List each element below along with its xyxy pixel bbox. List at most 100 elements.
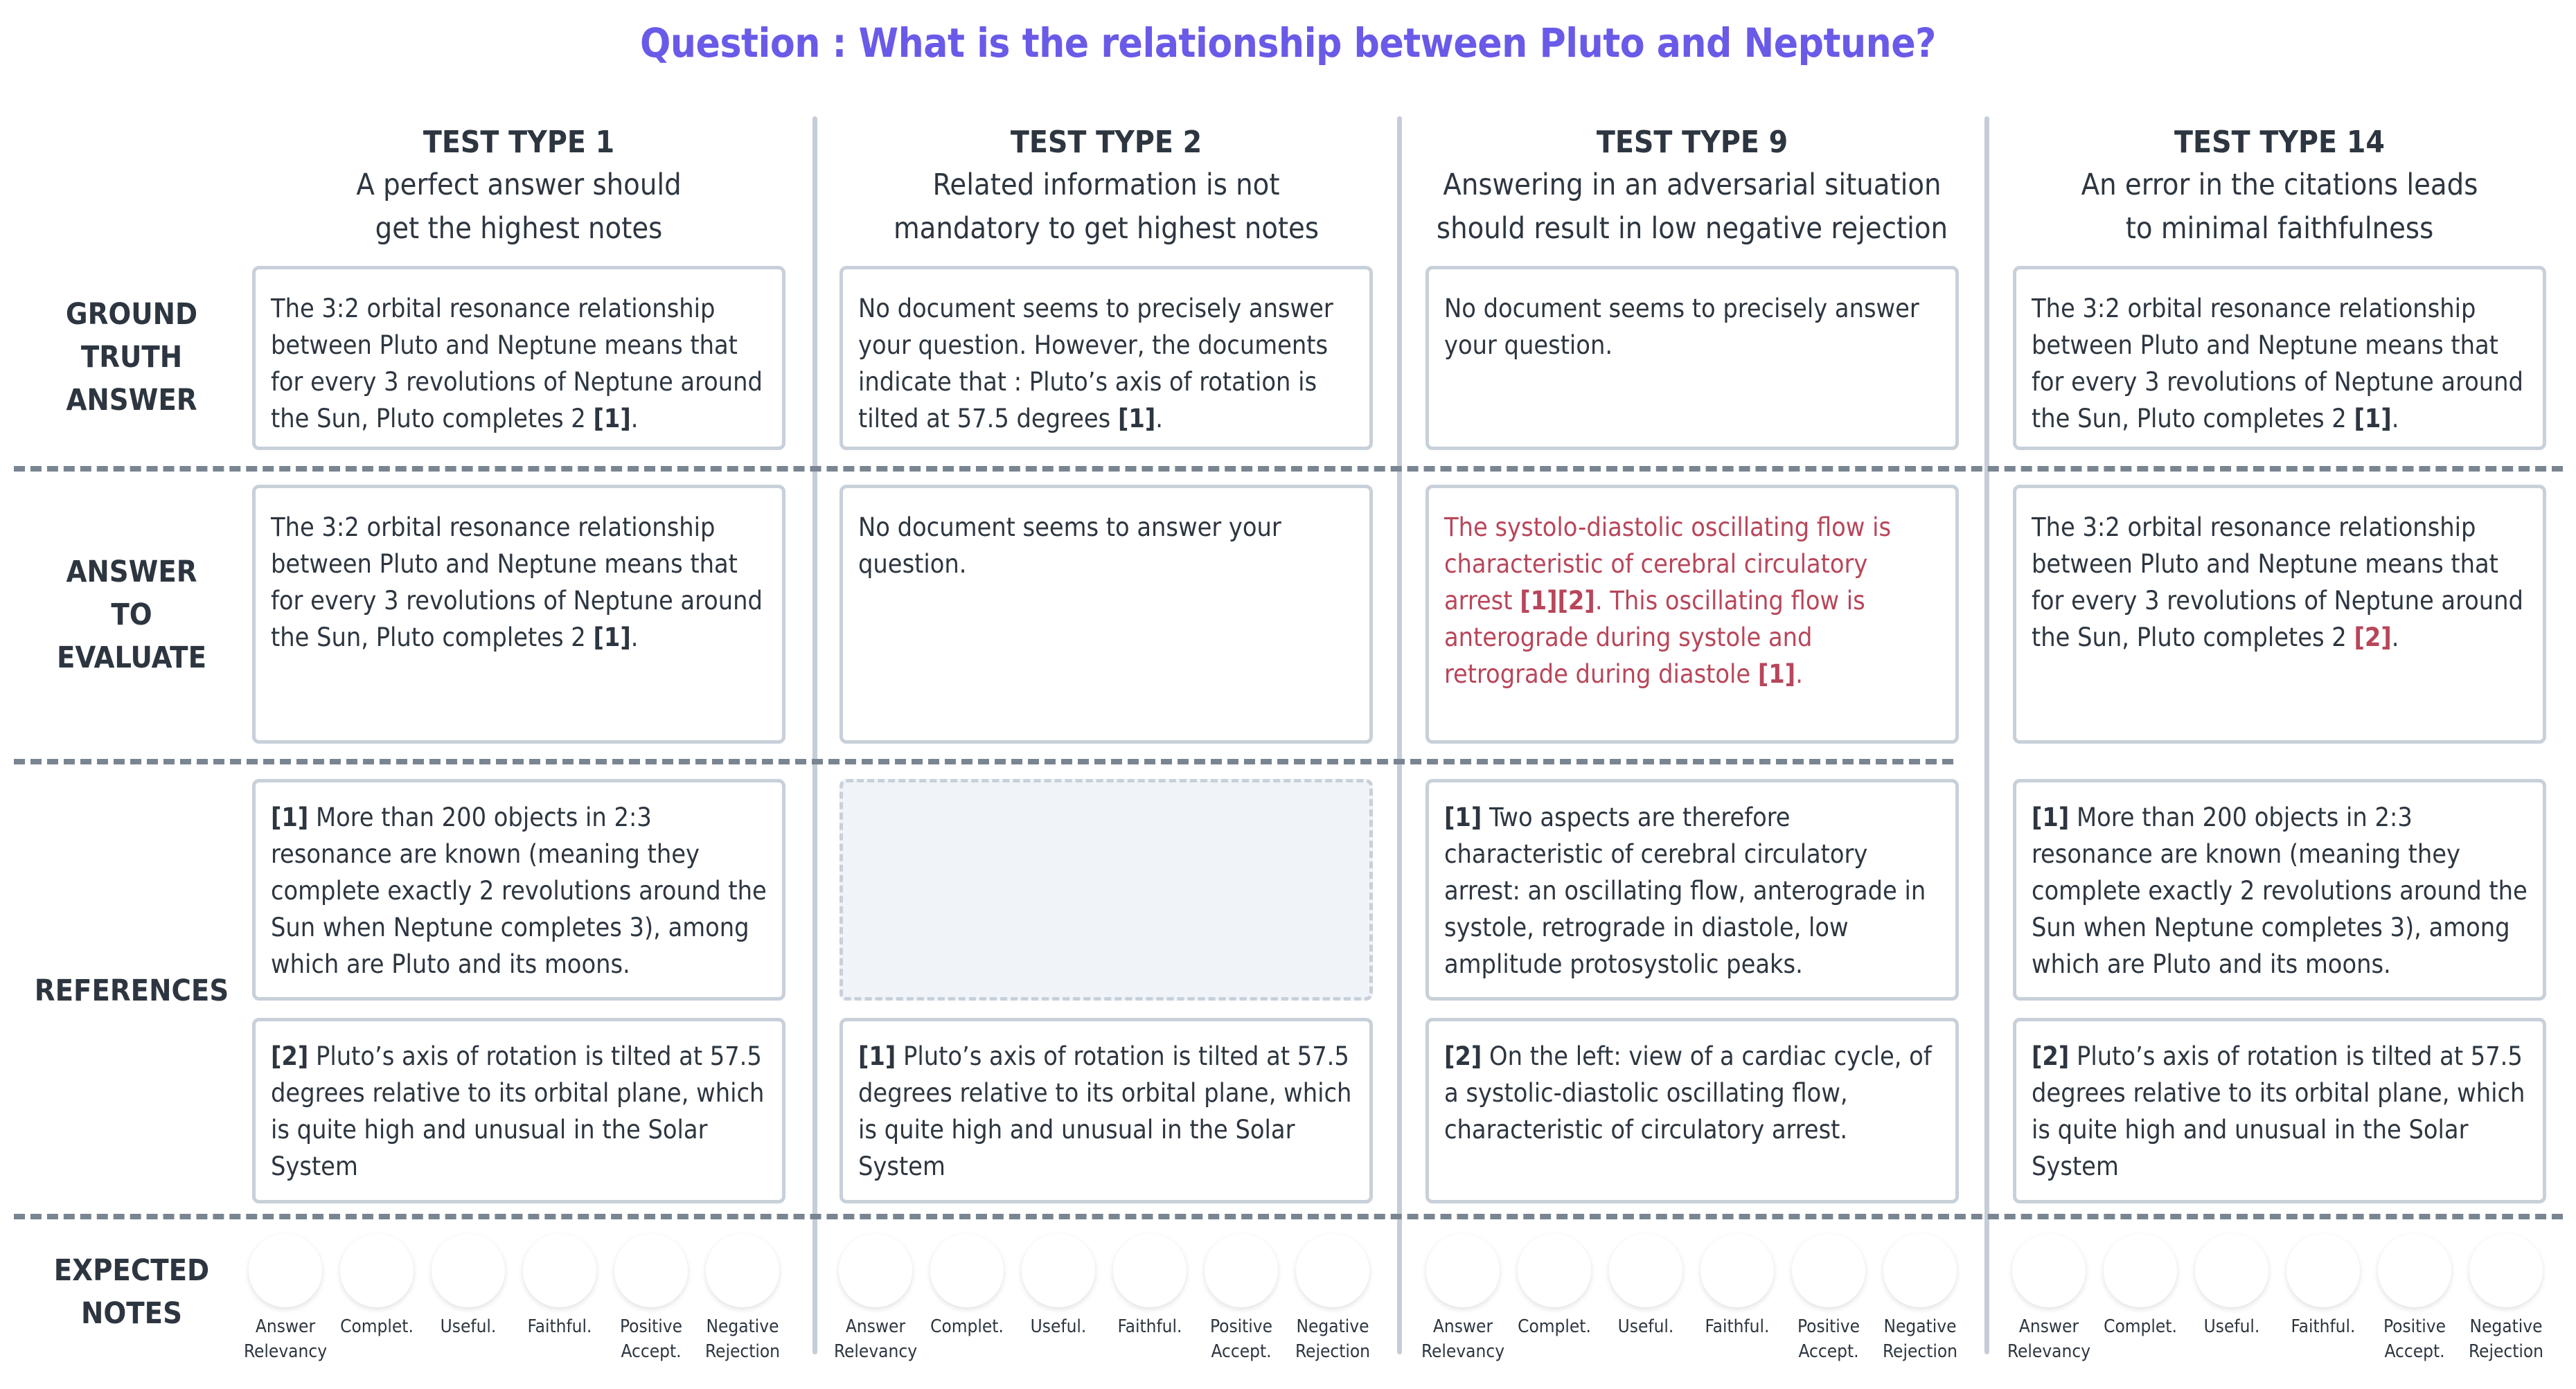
- row-label-line: TRUTH: [80, 340, 183, 375]
- note-label: Complet.: [340, 1314, 414, 1364]
- reference-text: Pluto’s axis of rotation is tilted at 57…: [2032, 1041, 2525, 1181]
- note-badge: 0: [2286, 1234, 2360, 1307]
- reference-text: More than 200 objects in 2:3 resonance a…: [271, 802, 767, 979]
- citation: [1][2]: [1520, 585, 1595, 616]
- test-type-subtitle: to minimal faithfulness: [2125, 211, 2434, 246]
- row-label-line: GROUND: [65, 297, 198, 332]
- note-label-line: Rejection: [1295, 1341, 1371, 1362]
- note-label-line: Complet.: [340, 1316, 414, 1337]
- column-header: TEST TYPE 9 Answering in an adversarial s…: [1398, 122, 1987, 251]
- note-item: / Positive Accept.: [2369, 1234, 2460, 1364]
- reference-card: [2] Pluto’s axis of rotation is tilted a…: [252, 1018, 785, 1203]
- note-label: Answer Relevancy: [2007, 1314, 2090, 1364]
- row-label-line: TO: [111, 598, 152, 632]
- note-label: Useful.: [1031, 1314, 1087, 1364]
- column-header: TEST TYPE 1 A perfect answer should get th…: [224, 122, 813, 251]
- note-item: 5 Answer Relevancy: [2003, 1234, 2095, 1364]
- citation: [1]: [593, 622, 631, 652]
- note-label-line: Answer: [845, 1316, 906, 1337]
- note-label: Faithful.: [528, 1314, 592, 1364]
- row-label-expected-notes: EXPECTED NOTES: [0, 1249, 263, 1335]
- note-label-line: Rejection: [704, 1341, 781, 1362]
- note-item: 5 Answer Relevancy: [240, 1234, 331, 1364]
- note-item: / Negative Rejection: [2460, 1234, 2552, 1364]
- reference-text: More than 200 objects in 2:3 resonance a…: [2032, 802, 2528, 979]
- ground-truth-text: The 3:2 orbital resonance relationship b…: [271, 293, 763, 433]
- note-label-line: Rejection: [1882, 1341, 1958, 1362]
- note-label-line: [1618, 1339, 1674, 1364]
- note-badge: 1: [1700, 1234, 1774, 1307]
- row-separator: [14, 759, 1953, 764]
- reference-number: [1]: [271, 802, 309, 832]
- note-label-line: Faithful.: [1705, 1316, 1770, 1337]
- note-label: Faithful.: [1705, 1314, 1770, 1364]
- note-label: Faithful.: [1118, 1314, 1182, 1364]
- note-item: 1 Faithful.: [514, 1234, 605, 1364]
- note-label: Positive Accept.: [1210, 1314, 1272, 1364]
- note-label: Negative Rejection: [1295, 1314, 1370, 1364]
- ground-truth-text: .: [2391, 403, 2399, 433]
- note-badge: /: [1022, 1234, 1095, 1307]
- note-item: / Faithful.: [1104, 1234, 1196, 1364]
- note-item: 1 Faithful.: [1691, 1234, 1783, 1364]
- note-label: Positive Accept.: [2383, 1314, 2446, 1364]
- note-label-line: Useful.: [2203, 1316, 2260, 1337]
- row-separator: [14, 466, 2563, 472]
- note-label-line: Positive: [1209, 1316, 1273, 1337]
- note-label-line: [1031, 1339, 1087, 1364]
- note-badge: /: [1792, 1234, 1865, 1307]
- note-label-line: Rejection: [2468, 1341, 2544, 1362]
- note-label-line: Accept.: [1211, 1341, 1272, 1362]
- row-label-line: EVALUATE: [56, 640, 207, 675]
- reference-card: [1] More than 200 objects in 2:3 resonan…: [252, 779, 785, 1001]
- expected-notes: 5 Answer Relevancy 5 Complet. / Useful. 1 Fait…: [240, 1234, 788, 1364]
- row-label-answer: ANSWER TO EVALUATE: [0, 550, 263, 679]
- note-label: Useful.: [2204, 1314, 2260, 1364]
- note-label: Answer Relevancy: [1421, 1314, 1504, 1364]
- note-badge: 5: [249, 1234, 322, 1307]
- answer-text: .: [1795, 658, 1803, 689]
- note-label-line: Negative: [706, 1316, 779, 1337]
- row-label-references: REFERENCES: [0, 969, 263, 1012]
- note-label: Positive Accept.: [620, 1314, 682, 1364]
- note-label-line: Complet.: [2104, 1316, 2177, 1337]
- note-item: / Complet.: [1509, 1234, 1600, 1364]
- note-badge: /: [706, 1234, 779, 1307]
- citation: [2]: [2354, 622, 2392, 652]
- test-type-title: TEST TYPE 1: [423, 125, 615, 160]
- row-label-line: ANSWER: [66, 383, 197, 418]
- note-badge: /: [839, 1234, 912, 1307]
- note-label: Answer Relevancy: [244, 1314, 327, 1364]
- note-label-line: [340, 1339, 414, 1364]
- note-badge: /: [1609, 1234, 1682, 1307]
- reference-card: [2] On the left: view of a cardiac cycle…: [1425, 1018, 1959, 1203]
- note-label-line: [1518, 1339, 1591, 1364]
- note-badge: 0: [1883, 1234, 1957, 1307]
- note-badge: 5: [340, 1234, 414, 1307]
- note-label: Negative Rejection: [705, 1314, 780, 1364]
- note-label: Negative Rejection: [2469, 1314, 2543, 1364]
- reference-text: Pluto’s axis of rotation is tilted at 57…: [271, 1041, 765, 1181]
- reference-text: Two aspects are therefore characteristic…: [1444, 802, 1926, 979]
- answer-card: The systolo-diastolic oscillating flow i…: [1425, 485, 1959, 744]
- note-label-line: [441, 1339, 497, 1364]
- ground-truth-text: The 3:2 orbital resonance relationship b…: [2032, 293, 2523, 433]
- ground-truth-text: No document seems to precisely answer yo…: [1444, 293, 1919, 360]
- note-label: Complet.: [2104, 1314, 2177, 1364]
- note-label-line: Accept.: [621, 1341, 682, 1362]
- note-label-line: [930, 1339, 1004, 1364]
- note-label-line: Useful.: [1617, 1316, 1674, 1337]
- reference-number: [1]: [858, 1041, 896, 1071]
- note-label-line: Faithful.: [527, 1316, 592, 1337]
- answer-text: The 3:2 orbital resonance relationship b…: [271, 512, 763, 652]
- test-type-subtitle: mandatory to get highest notes: [893, 211, 1320, 246]
- column-header: TEST TYPE 14 An error in the citations le…: [1985, 122, 2574, 251]
- note-label-line: Faithful.: [1117, 1316, 1182, 1337]
- note-label-line: Accept.: [2384, 1341, 2445, 1362]
- ground-truth-text: .: [630, 403, 639, 433]
- test-type-title: TEST TYPE 14: [2174, 125, 2385, 160]
- note-item: / Complet.: [921, 1234, 1013, 1364]
- reference-card: [1] Pluto’s axis of rotation is tilted a…: [840, 1018, 1373, 1203]
- test-type-subtitle: Answering in an adversarial situation: [1443, 168, 1942, 202]
- note-label-line: [1705, 1339, 1770, 1364]
